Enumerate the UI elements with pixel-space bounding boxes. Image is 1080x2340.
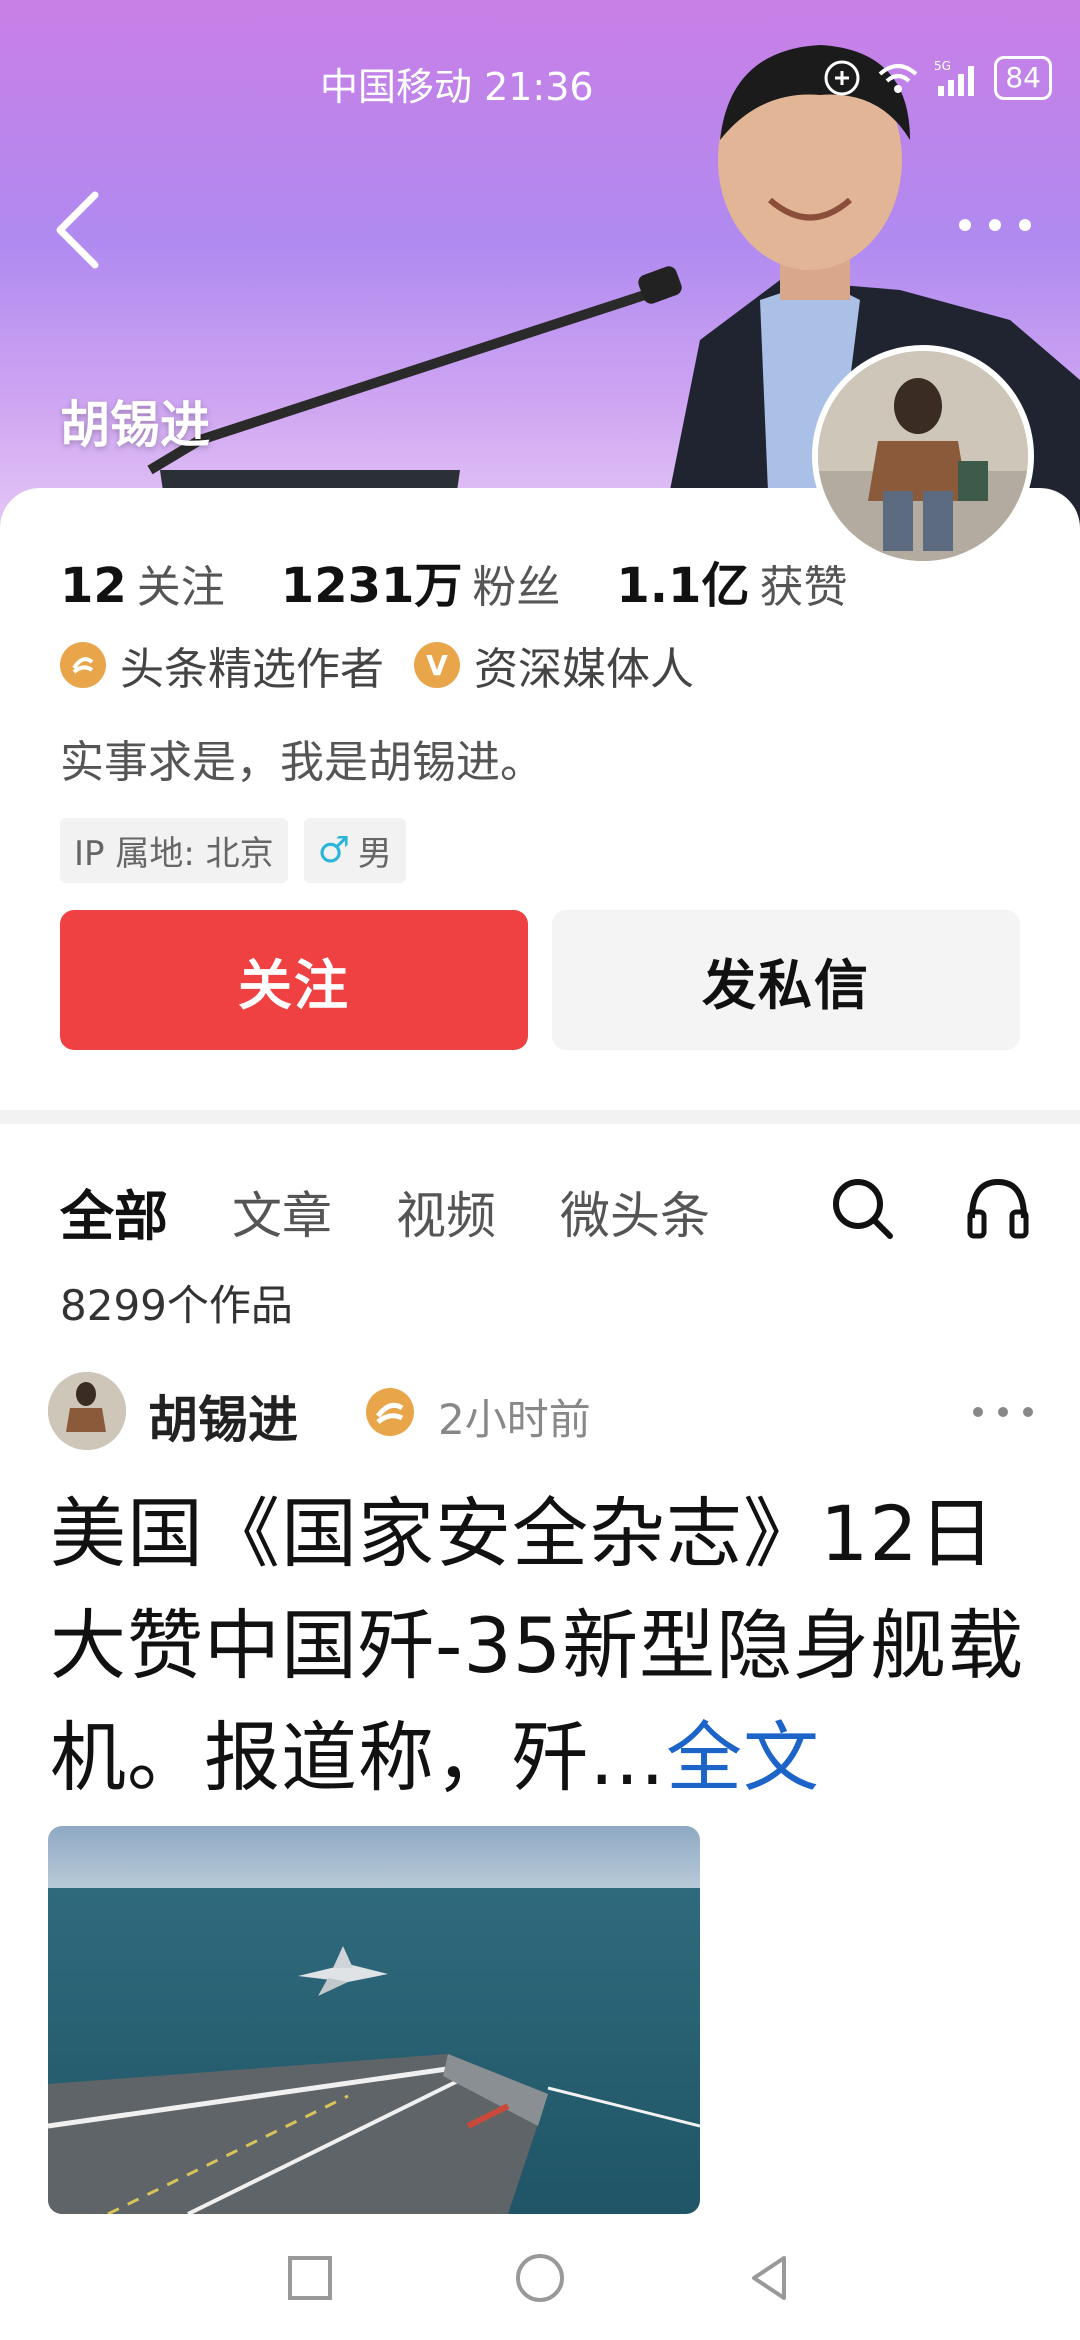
avatar-photo <box>818 351 1028 561</box>
home-icon[interactable] <box>510 2248 570 2308</box>
tag-label: 男 <box>357 834 392 874</box>
profile-stats: 12 关注 1231万 粉丝 1.1亿 获赞 <box>60 546 903 616</box>
badge-senior-media[interactable]: V 资深媒体人 <box>414 633 694 697</box>
signal-icon: 5G <box>934 59 975 96</box>
tab-all[interactable]: 全部 <box>60 1172 168 1251</box>
post-photo <box>48 1826 700 2214</box>
badge-label: 头条精选作者 <box>120 644 384 695</box>
post-author-avatar[interactable] <box>48 1372 126 1450</box>
recent-apps-icon[interactable] <box>280 2248 340 2308</box>
back-icon[interactable] <box>50 185 110 275</box>
post-more-icon[interactable] <box>968 1402 1038 1422</box>
profile-tags: IP 属地: 北京 ♂ 男 <box>60 818 406 883</box>
tag-label: IP 属地: 北京 <box>74 834 274 874</box>
badge-headline-author[interactable]: 头条精选作者 <box>60 633 384 697</box>
back-nav-icon[interactable] <box>740 2248 800 2308</box>
stat-label: 获赞 <box>759 562 848 613</box>
post-body: 美国《国家安全杂志》12日大赞中国歼-35新型隐身舰载机。报道称，歼… <box>50 1489 1025 1802</box>
gender-tag: ♂ 男 <box>303 818 406 883</box>
carrier-time-text: 中国移动 21:36 <box>320 65 594 109</box>
badge-label: 资深媒体人 <box>474 644 694 695</box>
profile-avatar[interactable] <box>812 345 1034 567</box>
send-message-button[interactable]: 发私信 <box>552 910 1020 1050</box>
post-text[interactable]: 美国《国家安全杂志》12日大赞中国歼-35新型隐身舰载机。报道称，歼…全文 <box>50 1478 1040 1814</box>
system-nav-bar <box>0 2220 1080 2340</box>
section-divider <box>0 1110 1080 1124</box>
wifi-icon <box>879 64 918 93</box>
more-options-icon[interactable] <box>950 205 1040 245</box>
post-time: 2小时前 <box>438 1395 591 1444</box>
follow-button[interactable]: 关注 <box>60 910 528 1050</box>
profile-card: 12 关注 1231万 粉丝 1.1亿 获赞 头条精选作者 V 资深媒体人 实事求是，… <box>0 488 1080 1110</box>
stat-number: 1231万 <box>280 558 463 614</box>
headline-author-icon <box>60 642 106 688</box>
tab-videos[interactable]: 视频 <box>396 1176 496 1248</box>
battery-indicator: 84 <box>994 56 1052 100</box>
stat-label: 粉丝 <box>472 562 561 613</box>
stat-likes[interactable]: 1.1亿 获赞 <box>616 546 847 616</box>
status-icons: 5G 84 <box>822 56 1052 100</box>
search-icon[interactable] <box>826 1172 898 1244</box>
profile-badges: 头条精选作者 V 资深媒体人 <box>60 633 724 697</box>
svg-text:5G: 5G <box>934 59 951 73</box>
tab-micro-posts[interactable]: 微头条 <box>560 1176 710 1248</box>
profile-name: 胡锡进 <box>60 396 210 454</box>
stat-label: 关注 <box>136 562 225 613</box>
content-tabs: 全部 文章 视频 微头条 <box>60 1172 774 1251</box>
stat-number: 12 <box>60 558 127 614</box>
verified-v-icon: V <box>414 642 460 688</box>
tab-articles[interactable]: 文章 <box>232 1176 332 1248</box>
post-author-name[interactable]: 胡锡进 <box>148 1380 298 1452</box>
stat-number: 1.1亿 <box>616 558 750 614</box>
post-header: 胡锡进 2小时前 <box>48 1372 1038 1452</box>
hd-call-icon <box>824 60 860 96</box>
profile-bio: 实事求是，我是胡锡进。 <box>60 737 544 788</box>
works-count: 8299个作品 <box>60 1281 293 1330</box>
read-full-link[interactable]: 全文 <box>666 1713 820 1802</box>
headphones-icon[interactable] <box>962 1172 1034 1244</box>
status-bar: 中国移动 21:36 5G 84 <box>0 50 1080 110</box>
ip-location-tag: IP 属地: 北京 <box>60 818 288 883</box>
post-image[interactable] <box>48 1826 700 2214</box>
male-icon: ♂ <box>317 830 350 871</box>
verified-author-icon <box>366 1388 414 1436</box>
stat-followers[interactable]: 1231万 粉丝 <box>281 546 561 616</box>
stat-following[interactable]: 12 关注 <box>60 551 225 615</box>
